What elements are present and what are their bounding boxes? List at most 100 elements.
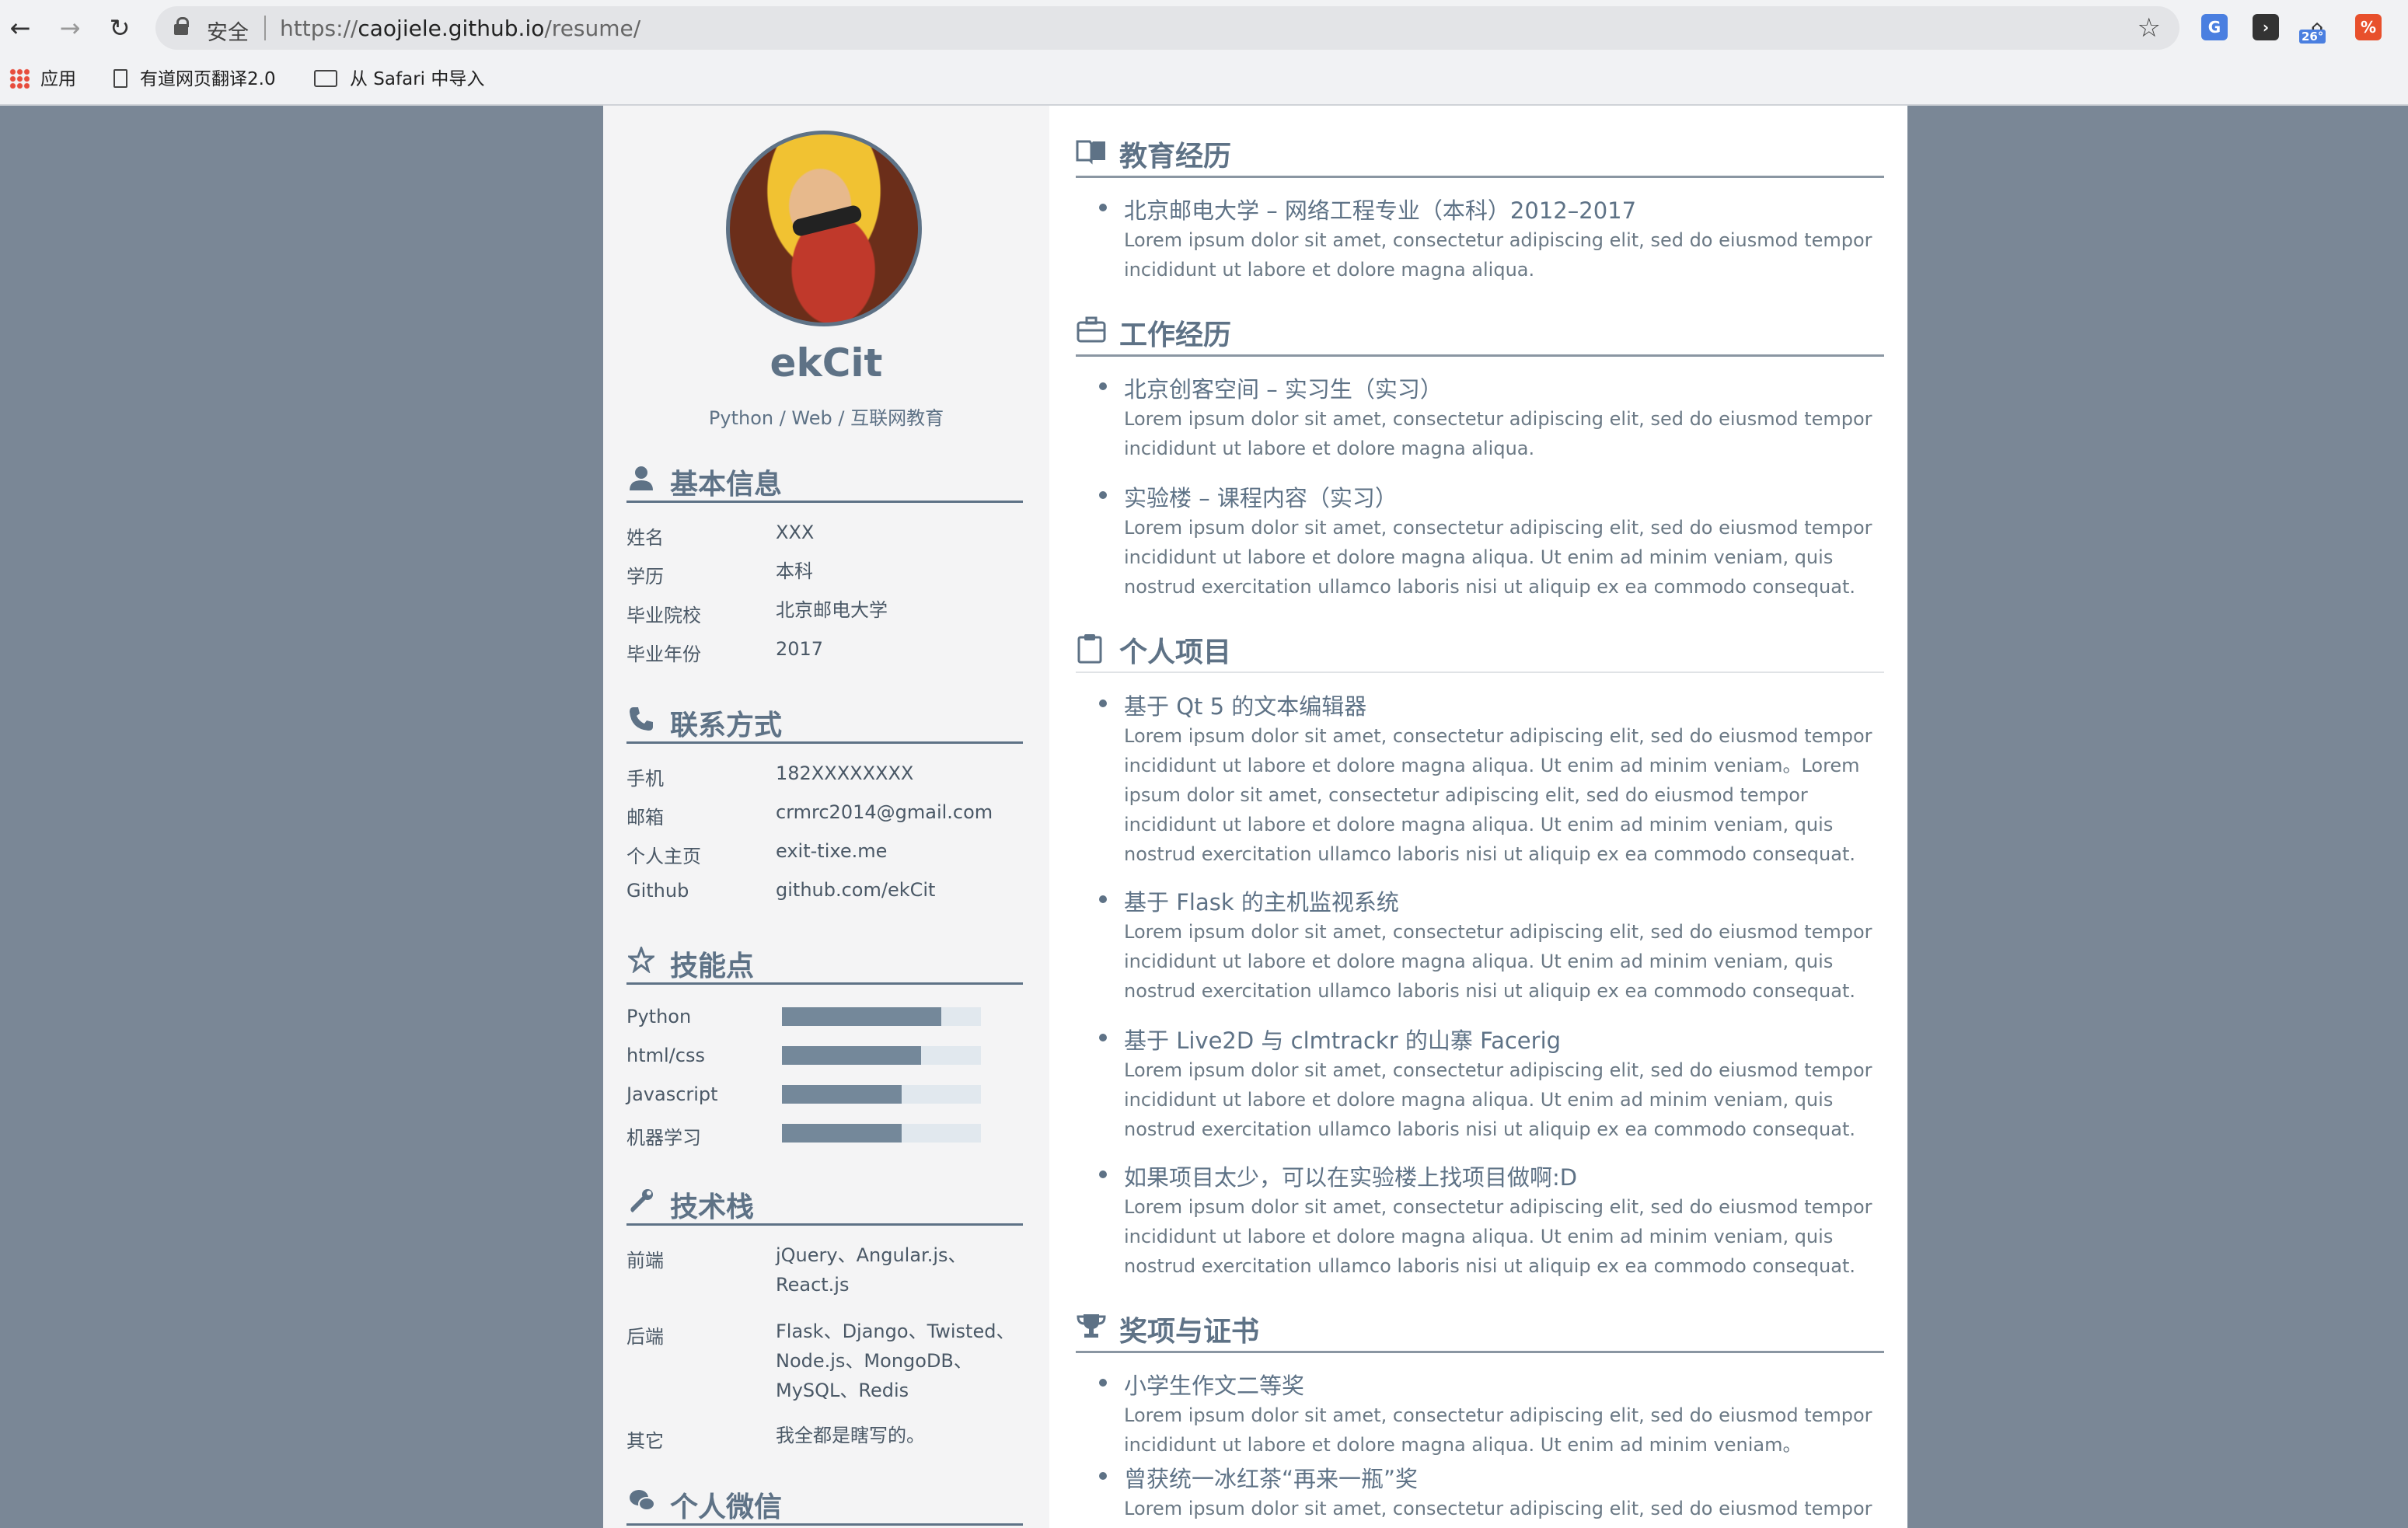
address-separator [264, 16, 266, 40]
info-value: 本科 [776, 560, 813, 582]
item-description: Lorem ipsum dolor sit amet, consectetur … [1124, 517, 1872, 598]
list-bullet [1099, 699, 1107, 707]
skill-bar [782, 1007, 981, 1026]
translate-extension-icon[interactable]: G [2201, 14, 2228, 40]
work-item: 北京创客空间 – 实习生（实习） Lorem ipsum dolor sit a… [1099, 372, 1884, 459]
skill-name: Javascript [626, 1083, 718, 1105]
weather-badge: 26° [2299, 30, 2326, 44]
stack-key: 后端 [626, 1326, 664, 1348]
info-key: 姓名 [626, 527, 664, 549]
list-bullet [1099, 1379, 1107, 1387]
list-bullet [1099, 1472, 1107, 1480]
bookmark-youdao[interactable]: 有道网页翻译2.0 [113, 65, 276, 93]
lock-icon [174, 17, 189, 35]
reload-icon[interactable]: ↻ [104, 12, 135, 44]
wechat-heading: 个人微信 [626, 1483, 1023, 1526]
url-text[interactable]: https://caojiele.github.io/resume/ [280, 16, 640, 41]
skill-name: 机器学习 [626, 1127, 701, 1149]
wrench-icon [628, 1188, 656, 1216]
info-key: 毕业年份 [626, 644, 701, 665]
bookmark-apps[interactable]: 应用 [9, 65, 76, 93]
bookmark-safari-label: 从 Safari 中导入 [350, 69, 485, 89]
item-title: 基于 Qt 5 的文本编辑器 [1124, 693, 1367, 720]
stack-value: jQuery、Angular.js、React.js [776, 1244, 967, 1296]
list-bullet [1099, 1034, 1107, 1041]
info-key: 毕业院校 [626, 605, 701, 626]
list-bullet [1099, 382, 1107, 390]
profile-name: ekCit [770, 340, 883, 385]
project-item: 基于 Live2D 与 clmtrackr 的山寨 Facerig Lorem … [1099, 1023, 1884, 1140]
browser-toolbar: ← → ↻ 安全 https://caojiele.github.io/resu… [0, 0, 2408, 56]
star-icon [626, 944, 657, 975]
education-item: 北京邮电大学 – 网络工程专业（本科）2012–2017 Lorem ipsum… [1099, 193, 1884, 281]
work-heading: 工作经历 [1076, 312, 1884, 357]
item-description: Lorem ipsum dolor sit amet, consectetur … [1124, 1059, 1872, 1140]
work-title: 工作经历 [1119, 319, 1232, 351]
item-title: 北京邮电大学 – 网络工程专业（本科）2012–2017 [1124, 197, 1637, 224]
item-description: Lorem ipsum dolor sit amet, consectetur … [1124, 1196, 1872, 1277]
skill-bar-fill [782, 1085, 902, 1104]
pdf-extension-icon[interactable]: % [2355, 14, 2382, 40]
terminal-extension-icon[interactable]: › [2253, 14, 2279, 40]
item-title: 北京创客空间 – 实习生（实习） [1124, 376, 1443, 403]
award-item: 小学生作文二等奖 Lorem ipsum dolor sit amet, con… [1099, 1368, 1884, 1456]
item-title: 如果项目太少，可以在实验楼上找项目做啊:D [1124, 1164, 1578, 1191]
resume-sidebar: ekCit Python / Web / 互联网教育 基本信息 姓名 XXX 学历… [603, 106, 1049, 1528]
bookmarks-bar: 应用 有道网页翻译2.0 从 Safari 中导入 [0, 56, 2408, 106]
stack-value: Flask、Django、Twisted、Node.js、MongoDB、MyS… [776, 1320, 1015, 1401]
basic-info-heading: 基本信息 [626, 460, 1023, 503]
skill-bar [782, 1085, 981, 1104]
secure-label: 安全 [207, 21, 249, 45]
item-description: Lorem ipsum dolor sit amet, consectetur … [1124, 408, 1872, 459]
contact-github-link[interactable]: github.com/ekCit [776, 875, 1024, 905]
project-item: 基于 Qt 5 的文本编辑器 Lorem ipsum dolor sit ame… [1099, 689, 1884, 867]
contact-homepage-link[interactable]: exit-tixe.me [776, 836, 1024, 866]
stack-title: 技术栈 [670, 1191, 755, 1223]
back-arrow-icon[interactable]: ← [5, 12, 36, 44]
list-bullet [1099, 895, 1107, 903]
item-description: Lorem ipsum dolor sit amet, consectetur … [1124, 229, 1872, 281]
basic-info-title: 基本信息 [670, 469, 783, 501]
wechat-icon [628, 1488, 656, 1516]
skill-name: html/css [626, 1045, 705, 1066]
projects-heading: 个人项目 [1076, 630, 1884, 673]
bookmark-youdao-label: 有道网页翻译2.0 [140, 69, 276, 89]
item-title: 小学生作文二等奖 [1124, 1373, 1305, 1399]
contact-key: 邮箱 [626, 807, 664, 829]
item-description: Lorem ipsum dolor sit amet, consectetur … [1124, 725, 1872, 865]
url-path: /resume/ [544, 16, 641, 41]
work-item: 实验楼 – 课程内容（实习） Lorem ipsum dolor sit ame… [1099, 480, 1884, 598]
skills-heading: 技能点 [626, 942, 1023, 985]
address-bar[interactable]: 安全 https://caojiele.github.io/resume/ ☆ [155, 6, 2179, 50]
bookmark-safari-import[interactable]: 从 Safari 中导入 [314, 65, 484, 93]
skill-bar-fill [782, 1124, 902, 1143]
stack-key: 其它 [626, 1430, 664, 1452]
award-item: 曾获统一冰红茶“再来一瓶”奖 Lorem ipsum dolor sit ame… [1099, 1461, 1884, 1523]
item-title: 基于 Flask 的主机监视系统 [1124, 889, 1399, 916]
forward-arrow-icon[interactable]: → [54, 12, 86, 44]
skill-bar [782, 1046, 981, 1065]
apps-grid-icon [9, 68, 30, 89]
contact-title: 联系方式 [670, 710, 783, 741]
contact-key: 手机 [626, 768, 664, 790]
weather-extension-icon[interactable]: 26° ⌂ [2299, 14, 2330, 44]
awards-heading: 奖项与证书 [1076, 1309, 1884, 1353]
info-key: 学历 [626, 566, 664, 588]
url-host: caojiele.github.io [358, 16, 545, 41]
item-title: 实验楼 – 课程内容（实习） [1124, 485, 1398, 511]
education-heading: 教育经历 [1076, 134, 1884, 178]
document-icon [113, 68, 127, 88]
trophy-icon [1076, 1312, 1107, 1343]
education-title: 教育经历 [1119, 141, 1232, 173]
bookmark-star-icon[interactable]: ☆ [2138, 12, 2161, 44]
item-description: Lorem ipsum dolor sit amet, consectetur … [1124, 921, 1872, 1002]
projects-title: 个人项目 [1119, 637, 1232, 668]
contact-email[interactable]: crmrc2014@gmail.com [776, 797, 1024, 827]
stack-value: 我全都是瞎写的。 [776, 1425, 925, 1446]
clipboard-icon [1076, 633, 1107, 664]
info-value: XXX [776, 522, 815, 543]
skill-bar-fill [782, 1046, 922, 1065]
phone-icon [628, 706, 656, 734]
user-icon [628, 465, 656, 493]
resume-page: ekCit Python / Web / 互联网教育 基本信息 姓名 XXX 学历… [603, 106, 1907, 1528]
